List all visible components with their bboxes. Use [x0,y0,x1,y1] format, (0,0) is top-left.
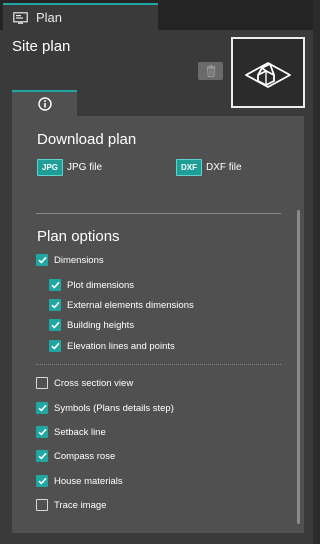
checkmark-icon [37,404,47,412]
option-label: House materials [54,475,123,487]
house-3d-icon [245,61,291,88]
option-label: Dimensions [54,254,104,266]
option-symbols[interactable]: Symbols (Plans details step) [36,402,174,414]
dxf-badge[interactable]: DXF [176,159,202,176]
jpg-badge[interactable]: JPG [37,159,64,176]
option-house-materials[interactable]: House materials [36,475,123,487]
tab-plan[interactable]: Plan [3,3,158,30]
dotted-divider [36,364,281,365]
option-label: Building heights [67,319,135,331]
checkbox[interactable] [36,499,48,511]
checkmark-icon [37,428,47,436]
option-label: Compass rose [54,450,116,462]
checkbox[interactable] [49,299,61,311]
option-label: Trace image [54,499,107,511]
option-building-heights[interactable]: Building heights [49,319,134,331]
checkmark-icon [37,477,47,485]
info-icon [37,97,52,111]
option-elevation-lines[interactable]: Elevation lines and points [49,340,175,352]
page-title: Site plan [12,38,71,55]
checkmark-icon [37,452,47,460]
checkbox[interactable] [36,402,48,414]
divider [36,213,281,214]
tab-label: Plan [36,10,63,25]
option-label: Plot dimensions [67,279,135,291]
option-label: Symbols (Plans details step) [54,402,174,414]
checkbox[interactable] [36,254,48,266]
option-compass-rose[interactable]: Compass rose [36,450,115,462]
delete-button[interactable] [198,62,223,80]
option-label: Setback line [54,426,106,438]
tab-info[interactable] [12,90,77,116]
screen-icon [13,11,28,24]
option-label: External elements dimensions [67,299,194,311]
checkmark-icon [37,256,47,264]
option-cross-section-view[interactable]: Cross section view [36,377,133,389]
checkmark-icon [50,301,60,309]
plan-thumbnail[interactable] [231,37,305,108]
scrollbar[interactable] [297,210,300,524]
option-label: Elevation lines and points [67,340,175,352]
checkbox[interactable] [36,475,48,487]
option-label: Cross section view [54,377,134,389]
option-setback-line[interactable]: Setback line [36,426,106,438]
checkmark-icon [50,281,60,289]
option-trace-image[interactable]: Trace image [36,499,106,511]
jpg-download-link[interactable]: JPG file [67,162,102,173]
checkbox[interactable] [36,426,48,438]
dxf-download-link[interactable]: DXF file [206,162,242,173]
checkbox[interactable] [49,340,61,352]
checkbox[interactable] [36,377,48,389]
checkmark-icon [50,321,60,329]
options-title: Plan options [37,228,120,245]
checkbox[interactable] [36,450,48,462]
option-plot-dimensions[interactable]: Plot dimensions [49,279,134,291]
option-dimensions[interactable]: Dimensions [36,254,104,266]
checkbox[interactable] [49,279,61,291]
checkbox[interactable] [49,319,61,331]
option-external-elements-dimensions[interactable]: External elements dimensions [49,299,194,311]
checkmark-icon [50,342,60,350]
download-title: Download plan [37,131,137,148]
trash-icon [206,65,215,77]
